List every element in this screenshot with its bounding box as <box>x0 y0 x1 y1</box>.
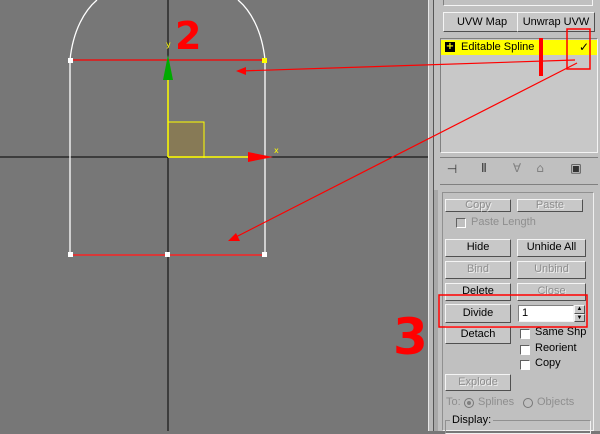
splines-radio[interactable] <box>464 398 474 408</box>
hide-button[interactable]: Hide <box>445 239 511 257</box>
spinner-down-icon[interactable]: ▼ <box>574 314 585 322</box>
objects-radio[interactable] <box>523 398 533 408</box>
copy-checkbox[interactable] <box>520 360 530 370</box>
explode-to-label: To: <box>446 396 461 408</box>
gizmo-x-arrow[interactable] <box>248 152 273 162</box>
spinner-up-icon[interactable]: ▲ <box>574 305 585 314</box>
separator <box>440 157 598 158</box>
unwrap-uvw-button[interactable]: Unwrap UVW <box>517 12 595 32</box>
close-button[interactable]: Close <box>517 283 586 301</box>
divide-count-value: 1 <box>522 307 529 319</box>
stack-item-label: Editable Spline <box>461 41 535 53</box>
viewport-canvas[interactable]: y x 2 3 <box>0 0 428 431</box>
paste-button[interactable]: Paste <box>517 199 583 212</box>
uvw-map-button[interactable]: UVW Map <box>443 12 521 32</box>
gizmo-y-arrow[interactable] <box>163 55 173 80</box>
bind-button[interactable]: Bind <box>445 261 511 279</box>
delete-button[interactable]: Delete <box>445 283 511 301</box>
modifier-list-dropdown[interactable] <box>443 0 593 6</box>
remove-modifier-icon[interactable]: ⌂ <box>530 161 550 175</box>
command-panel: UVW Map Unwrap UVW + Editable Spline ✓ ⊣… <box>434 0 600 434</box>
vertex[interactable] <box>165 252 170 257</box>
expand-plus-icon[interactable]: + <box>445 42 455 52</box>
stack-item-editable-spline[interactable]: + Editable Spline ✓ <box>441 40 597 55</box>
annotation-step-2: 2 <box>175 14 201 58</box>
vertex[interactable] <box>68 58 73 63</box>
viewport[interactable]: y x 2 3 <box>0 0 428 431</box>
gizmo-x-label: x <box>274 146 279 155</box>
show-end-result-icon[interactable]: Ⅱ <box>474 161 494 175</box>
modifier-active-icon[interactable]: ✓ <box>579 41 589 54</box>
divide-button[interactable]: Divide <box>445 304 511 323</box>
explode-button[interactable]: Explode <box>445 374 511 391</box>
pin-stack-icon[interactable]: ⊣ <box>442 162 462 176</box>
same-shp-label: Same Shp <box>535 326 587 338</box>
unhide-all-button[interactable]: Unhide All <box>517 239 586 257</box>
separator <box>440 184 598 185</box>
detach-button[interactable]: Detach <box>445 326 511 344</box>
annotation-step-3: 3 <box>393 308 428 366</box>
vertex[interactable] <box>262 252 267 257</box>
gizmo-plane-handle[interactable] <box>168 122 204 158</box>
paste-length-label: Paste Length <box>471 216 536 228</box>
copy-check-label: Copy <box>535 357 561 369</box>
reorient-label: Reorient <box>535 342 577 354</box>
gizmo-y-label: y <box>166 40 171 49</box>
vertex[interactable] <box>262 58 267 63</box>
copy-button[interactable]: Copy <box>445 199 511 212</box>
reorient-checkbox[interactable] <box>520 345 530 355</box>
same-shp-checkbox[interactable] <box>520 329 530 339</box>
modifier-stack-list[interactable]: + Editable Spline ✓ <box>440 38 598 153</box>
divide-count-spinner[interactable]: 1 <box>518 305 574 322</box>
unbind-button[interactable]: Unbind <box>517 261 586 279</box>
configure-modifier-sets-icon[interactable]: ▣ <box>566 161 586 175</box>
vertex[interactable] <box>68 252 73 257</box>
panel-scrollbar[interactable] <box>434 190 438 431</box>
paste-length-checkbox[interactable] <box>456 218 466 228</box>
objects-label: Objects <box>537 396 575 408</box>
make-unique-icon[interactable]: ∀ <box>507 161 527 175</box>
display-group-label: Display: <box>450 414 494 426</box>
splines-label: Splines <box>478 396 515 408</box>
